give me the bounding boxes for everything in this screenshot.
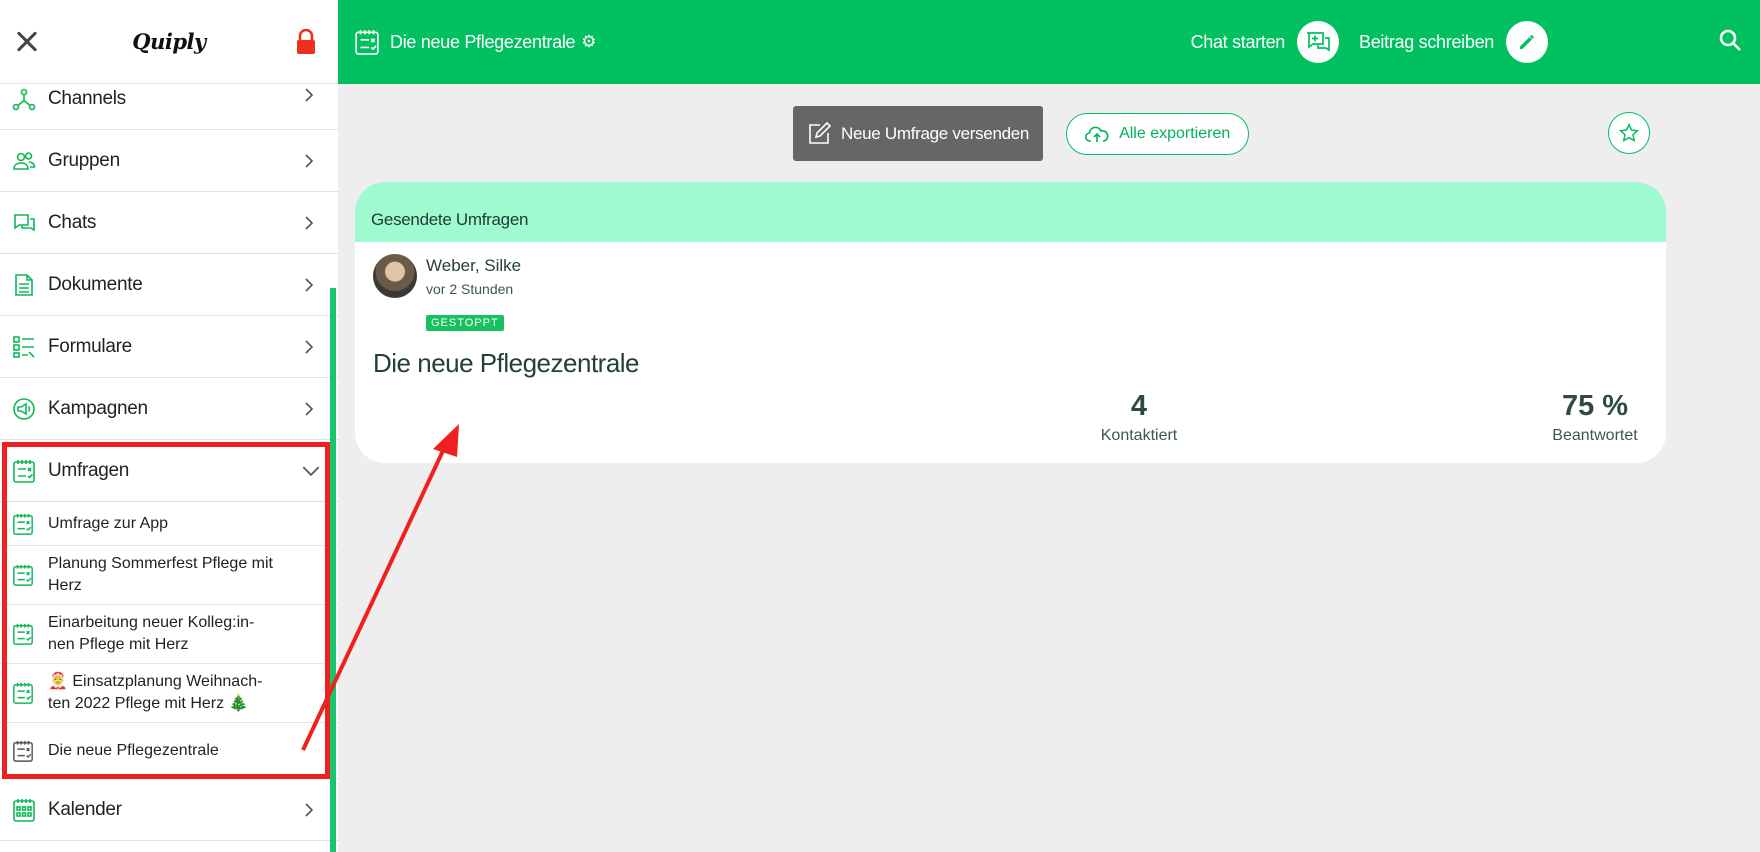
sent-surveys-card: Gesendete Umfragen Weber, Silke vor 2 St… xyxy=(355,182,1666,463)
form-icon xyxy=(13,335,35,358)
sidebar-item-label: Formulare xyxy=(48,335,132,357)
sidebar-item-channels[interactable]: Channels xyxy=(0,84,338,130)
start-chat-button[interactable]: Chat starten xyxy=(1190,21,1340,63)
sidebar-item-label: Kalender xyxy=(48,798,122,820)
page-title: Die neue Pflegezentrale xyxy=(390,31,576,52)
search-icon[interactable] xyxy=(1718,28,1742,57)
section-header: Gesendete Umfragen xyxy=(355,182,1666,242)
survey-item[interactable]: Planung Sommerfest Pflege mit Herz xyxy=(0,546,338,605)
stat-caption: Beantwortet xyxy=(1552,427,1638,444)
chevron-right-icon xyxy=(305,339,314,354)
sidebar-header: Quiply xyxy=(0,0,338,84)
author[interactable]: Weber, Silke vor 2 Stunden xyxy=(373,254,521,298)
stat-value: 4 xyxy=(1130,390,1148,422)
sidebar-item-label: Umfragen xyxy=(48,459,130,481)
write-post-button[interactable]: Beitrag schreiben xyxy=(1359,21,1548,63)
edit-icon xyxy=(809,121,831,144)
survey-item[interactable]: Einarbeitung neuer Kolleg:in-nen Pflege … xyxy=(0,605,338,664)
survey-icon xyxy=(13,623,33,645)
survey-item-label: Planung Sommerfest Pflege mit Herz xyxy=(48,555,273,594)
chevron-right-icon xyxy=(305,88,314,102)
survey-item[interactable]: Umfrage zur App xyxy=(0,502,338,546)
chat-plus-icon xyxy=(1297,21,1340,63)
sidebar-item-label: Chats xyxy=(48,211,97,233)
sidebar-item-label: Kampagnen xyxy=(48,397,148,419)
top-bar: Die neue Pflegezentrale ⚙ Chat starten B… xyxy=(338,0,1760,84)
survey-icon xyxy=(13,740,33,762)
author-name: Weber, Silke xyxy=(426,256,522,275)
sidebar-item-chats[interactable]: Chats xyxy=(0,192,338,254)
sidebar: Quiply Channels Gruppen Chats Dokumente xyxy=(0,0,338,852)
sidebar-item-gruppen[interactable]: Gruppen xyxy=(0,130,338,192)
cloud-upload-icon xyxy=(1085,126,1109,142)
calendar-icon xyxy=(13,798,35,822)
new-survey-button[interactable]: Neue Umfrage versenden xyxy=(793,106,1044,161)
chevron-down-icon xyxy=(302,466,320,476)
author-meta: Weber, Silke vor 2 Stunden xyxy=(426,256,521,297)
stat-contacted[interactable]: 4 Kontaktiert xyxy=(1091,390,1187,445)
survey-item-label: Die neue Pflegezentrale xyxy=(48,741,219,759)
close-icon[interactable] xyxy=(12,27,42,57)
chevron-right-icon xyxy=(305,401,314,416)
stat-value: 75 % xyxy=(1561,390,1629,422)
survey-icon xyxy=(355,30,379,55)
export-all-button[interactable]: Alle exportieren xyxy=(1066,112,1250,155)
sidebar-item-umfragen[interactable]: Umfragen xyxy=(0,440,338,502)
sidebar-item-label: Gruppen xyxy=(48,149,120,171)
channels-icon xyxy=(12,88,36,111)
app: Quiply Channels Gruppen Chats Dokumente xyxy=(0,0,1760,852)
new-survey-label: Neue Umfrage versenden xyxy=(841,123,1030,143)
scroll-indicator[interactable] xyxy=(330,288,336,852)
sidebar-item-label: Dokumente xyxy=(48,273,143,295)
toolbar: Neue Umfrage versenden Alle exportieren xyxy=(793,106,1250,161)
logo: Quiply xyxy=(132,29,206,54)
write-post-label: Beitrag schreiben xyxy=(1359,31,1494,52)
gear-icon[interactable]: ⚙ xyxy=(581,32,596,52)
survey-item-label: Einarbeitung neuer Kolleg:in-nen Pflege … xyxy=(48,614,255,653)
sidebar-item-formulare[interactable]: Formulare xyxy=(0,316,338,378)
survey-item-label: Umfrage zur App xyxy=(48,514,169,532)
survey-item-label: 🤶 Einsatzplanung Weihnach-ten 2022 Pfleg… xyxy=(48,673,263,712)
star-icon[interactable] xyxy=(1608,112,1650,154)
sidebar-item-kalender[interactable]: Kalender xyxy=(0,779,338,841)
megaphone-icon xyxy=(13,397,35,420)
survey-icon xyxy=(13,459,35,483)
avatar xyxy=(373,254,417,298)
lock-icon[interactable] xyxy=(296,28,316,55)
start-chat-label: Chat starten xyxy=(1190,31,1286,52)
chat-bubbles-icon xyxy=(14,213,35,231)
post-timestamp: vor 2 Stunden xyxy=(426,281,514,297)
export-all-label: Alle exportieren xyxy=(1119,124,1231,142)
survey-item[interactable]: 🤶 Einsatzplanung Weihnach-ten 2022 Pfleg… xyxy=(0,664,338,723)
sidebar-item-kampagnen[interactable]: Kampagnen xyxy=(0,378,338,440)
chevron-right-icon xyxy=(305,802,314,817)
pencil-icon xyxy=(1506,21,1548,63)
status-badge: GESTOPPT xyxy=(426,315,504,331)
stat-caption: Kontaktiert xyxy=(1100,427,1178,444)
group-icon xyxy=(13,151,36,170)
survey-icon xyxy=(13,682,33,704)
chevron-right-icon xyxy=(305,215,314,230)
chevron-right-icon xyxy=(305,277,314,292)
survey-item-active[interactable]: Die neue Pflegezentrale xyxy=(0,723,338,779)
chevron-right-icon xyxy=(305,153,314,168)
stat-answered[interactable]: 75 % Beantwortet xyxy=(1537,390,1653,445)
survey-title[interactable]: Die neue Pflegezentrale xyxy=(373,348,640,379)
document-icon xyxy=(15,273,33,296)
survey-icon xyxy=(13,513,33,535)
sidebar-item-dokumente[interactable]: Dokumente xyxy=(0,254,338,316)
sidebar-item-label: Channels xyxy=(48,88,126,109)
survey-icon xyxy=(13,564,33,586)
